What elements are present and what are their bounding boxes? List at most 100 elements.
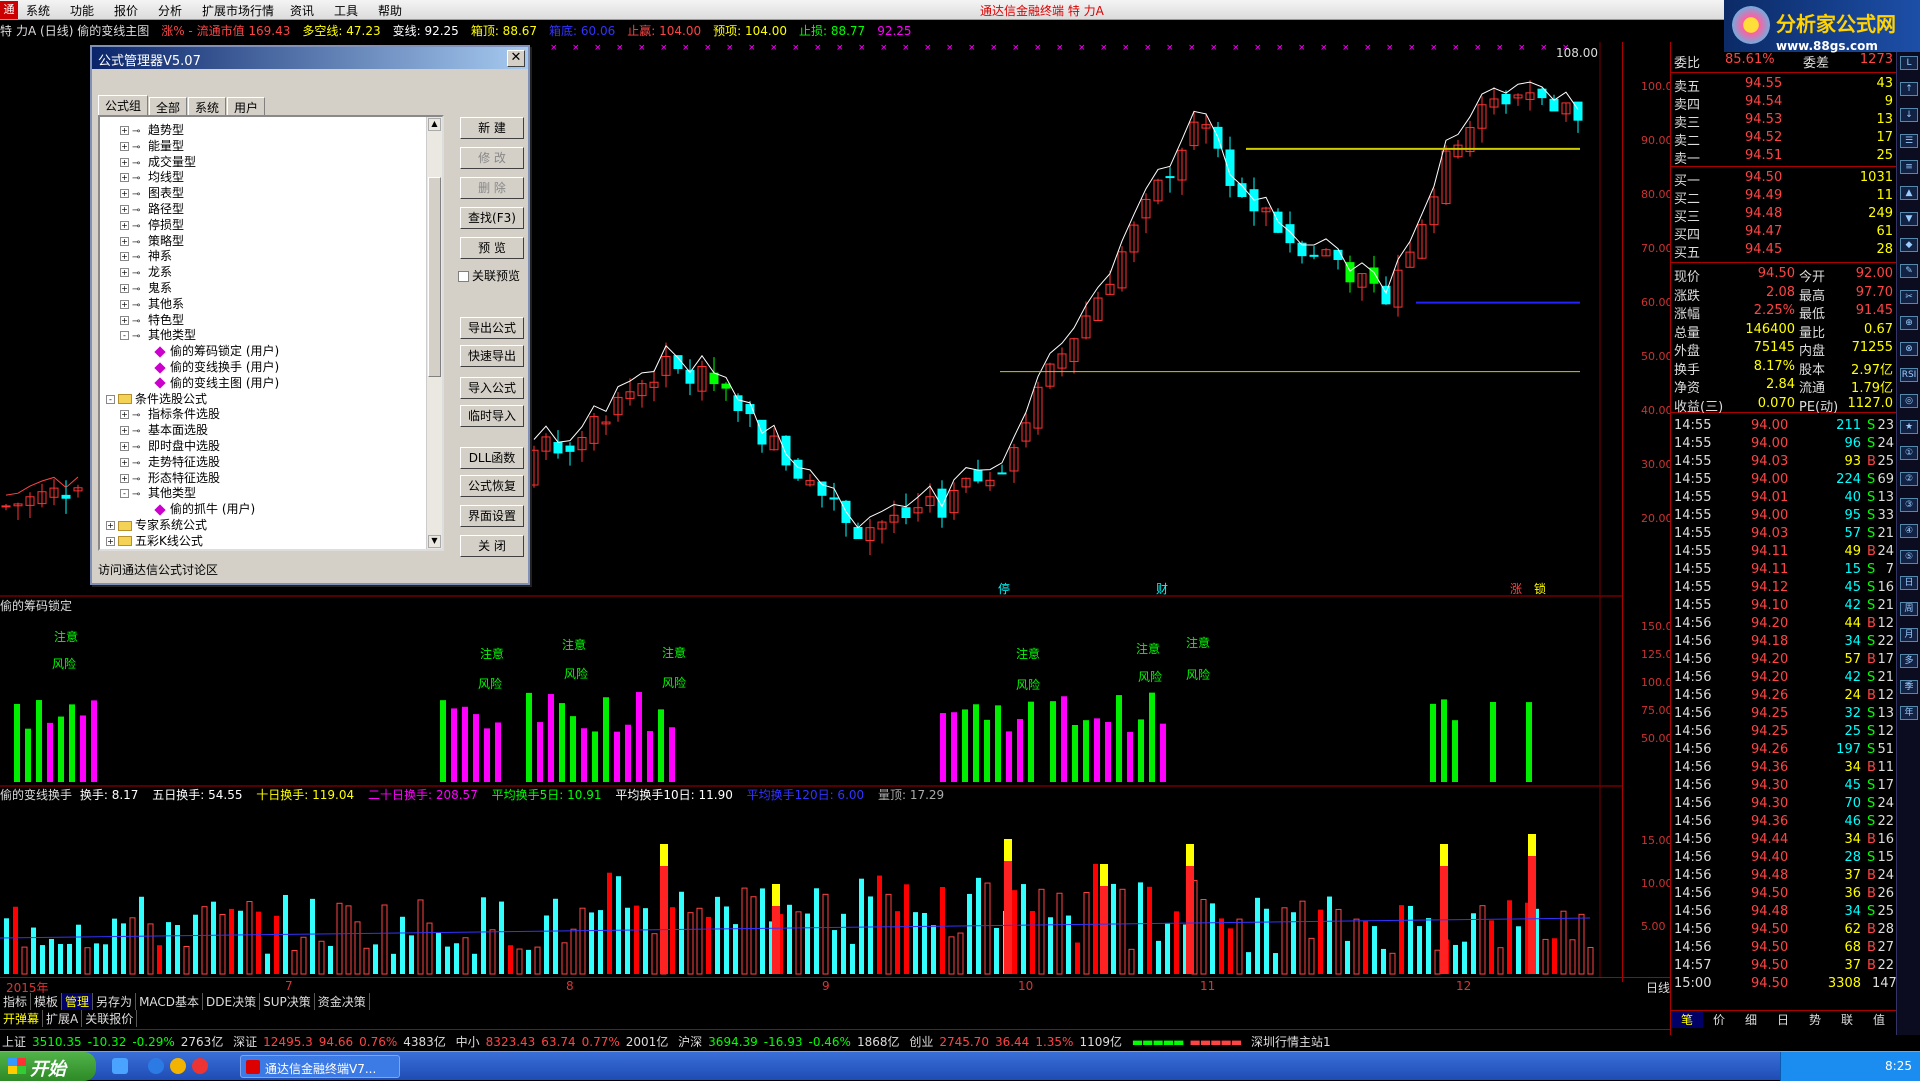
expand-icon[interactable]: + [120, 426, 129, 436]
expand-icon[interactable]: + [106, 536, 115, 546]
dialog-status-link[interactable]: 访问通达信公式讨论区 [98, 561, 218, 578]
right-tab[interactable]: 价 [1703, 1011, 1735, 1028]
expand-icon[interactable]: + [120, 473, 129, 483]
right-tab[interactable]: 值 [1863, 1011, 1895, 1028]
tree-node[interactable]: + ⊸ 龙系 [120, 263, 172, 279]
tree-node[interactable]: + ⊸ 能量型 [120, 137, 184, 153]
dialog-button[interactable]: DLL函数 [460, 447, 524, 469]
menu-help[interactable]: 帮助 [378, 2, 402, 19]
dialog-button[interactable]: 修 改 [460, 147, 524, 169]
dialog-button[interactable]: 导入公式 [460, 377, 524, 399]
tree-node[interactable]: + ⊸ 成交量型 [120, 153, 196, 169]
tab-dde[interactable]: DDE决策 [203, 993, 261, 1010]
dialog-button[interactable]: 公式恢复 [460, 475, 524, 497]
tree-node[interactable]: + ⊸ 路径型 [120, 200, 184, 216]
dialog-button[interactable]: 新 建 [460, 117, 524, 139]
tab-formula-group[interactable]: 公式组 [98, 95, 149, 115]
side-tool-icon[interactable]: L [1900, 56, 1918, 70]
preview-checkbox[interactable]: 关联预览 [458, 267, 520, 284]
checkbox-icon[interactable] [458, 271, 469, 282]
tab-linked-quote[interactable]: 关联报价 [82, 1010, 138, 1027]
side-tool-icon[interactable]: 年 [1900, 706, 1918, 720]
side-tool-icon[interactable]: 季 [1900, 680, 1918, 694]
dialog-button[interactable]: 查找(F3) [460, 207, 524, 229]
expand-icon[interactable]: + [120, 442, 129, 451]
tree-node[interactable]: + ⊸ 形态特征选股 [120, 469, 220, 485]
side-tool-icon[interactable]: ① [1900, 446, 1918, 460]
side-tool-icon[interactable]: RSI [1900, 368, 1918, 382]
start-button[interactable]: 开始 [0, 1052, 96, 1081]
tree-node[interactable]: 偷的变线主图 (用户) [140, 374, 279, 390]
scroll-down-icon[interactable]: ▼ [428, 535, 441, 548]
expand-icon[interactable]: + [120, 284, 129, 293]
tree-node[interactable]: + 五彩K线公式 [106, 532, 203, 548]
buy-row[interactable]: 买三 94.48 249 [1671, 206, 1897, 225]
expand-icon[interactable]: + [120, 410, 129, 420]
tree-node[interactable]: + ⊸ 趋势型 [120, 121, 184, 137]
dialog-button[interactable]: 临时导入 [460, 405, 524, 427]
dialog-button[interactable]: 快速导出 [460, 345, 524, 367]
expand-icon[interactable]: + [120, 189, 129, 199]
expand-icon[interactable]: + [120, 220, 129, 230]
tab-save-as[interactable]: 另存为 [93, 993, 137, 1010]
tree-node[interactable]: 偷的筹码锁定 (用户) [140, 342, 279, 358]
side-tool-icon[interactable]: 月 [1900, 628, 1918, 642]
tree-node[interactable]: + ⊸ 神系 [120, 247, 172, 263]
tree-node[interactable]: 偷的抓牛 (用户) [140, 500, 255, 516]
tab-extend-a[interactable]: 扩展A [43, 1010, 83, 1027]
side-tool-icon[interactable]: ☰ [1900, 134, 1918, 148]
side-tool-icon[interactable]: ④ [1900, 524, 1918, 538]
side-tool-icon[interactable]: ⑤ [1900, 550, 1918, 564]
tab-sup[interactable]: SUP决策 [260, 993, 315, 1010]
scroll-thumb[interactable] [428, 177, 441, 377]
expand-icon[interactable]: + [106, 521, 115, 530]
expand-icon[interactable]: + [120, 315, 129, 325]
side-tool-icon[interactable]: ③ [1900, 498, 1918, 512]
dialog-button[interactable]: 界面设置 [460, 505, 524, 527]
tree-node[interactable]: + ⊸ 图表型 [120, 184, 184, 200]
dialog-button[interactable]: 关 闭 [460, 535, 524, 557]
sell-row[interactable]: 卖四 94.54 9 [1671, 94, 1897, 113]
tree-node[interactable]: + ⊸ 鬼系 [120, 279, 172, 295]
side-tool-icon[interactable]: ⊗ [1900, 342, 1918, 356]
tree-node[interactable]: + 专家系统公式 [106, 516, 207, 532]
sell-row[interactable]: 卖二 94.52 17 [1671, 130, 1897, 149]
menu-function[interactable]: 功能 [70, 2, 94, 19]
side-tool-icon[interactable]: 多 [1900, 654, 1918, 668]
dialog-button[interactable]: 导出公式 [460, 317, 524, 339]
expand-icon[interactable]: + [120, 126, 129, 135]
taskbar-app-button[interactable]: 通达信金融终端V7... [240, 1055, 400, 1078]
tree-node[interactable]: - ⊸ 其他类型 [120, 326, 196, 342]
side-tool-icon[interactable]: 日 [1900, 576, 1918, 590]
tab-fund[interactable]: 资金决策 [315, 993, 370, 1010]
tree-node[interactable]: + ⊸ 走势特征选股 [120, 453, 220, 469]
side-tool-icon[interactable]: ◆ [1900, 238, 1918, 252]
dialog-title[interactable]: 公式管理器V5.07 [92, 47, 528, 69]
expand-icon[interactable]: + [120, 457, 129, 467]
menu-analysis[interactable]: 分析 [158, 2, 182, 19]
side-tool-icon[interactable]: ▼ [1900, 212, 1918, 226]
tree-scrollbar[interactable]: ▲ ▼ [426, 117, 442, 549]
tree-node[interactable]: + ⊸ 其他系 [120, 295, 184, 311]
tree-node[interactable]: - 条件选股公式 [106, 390, 207, 406]
right-tab[interactable]: 联 [1831, 1011, 1863, 1028]
quicklaunch-icon[interactable] [170, 1058, 186, 1074]
dialog-button[interactable]: 预 览 [460, 237, 524, 259]
dialog-button[interactable]: 删 除 [460, 177, 524, 199]
dialog-close-button[interactable]: ✕ [507, 50, 525, 67]
tab-macd[interactable]: MACD基本 [136, 993, 204, 1010]
browser-icon[interactable] [148, 1058, 164, 1074]
tree-node[interactable]: + ⊸ 基本面选股 [120, 421, 208, 437]
buy-row[interactable]: 买一 94.50 1031 [1671, 170, 1897, 189]
side-tool-icon[interactable]: ≡ [1900, 160, 1918, 174]
tab-manage[interactable]: 管理 [62, 993, 94, 1010]
expand-icon[interactable]: + [120, 205, 129, 214]
collapse-icon[interactable]: - [120, 331, 129, 341]
tab-danmaku[interactable]: 开弹幕 [0, 1010, 44, 1027]
expand-icon[interactable]: + [120, 268, 129, 278]
expand-icon[interactable]: + [120, 299, 129, 309]
side-tool-icon[interactable]: ◎ [1900, 394, 1918, 408]
right-tab[interactable]: 势 [1799, 1011, 1831, 1028]
side-tool-icon[interactable]: ✎ [1900, 264, 1918, 278]
expand-icon[interactable]: + [120, 173, 129, 183]
